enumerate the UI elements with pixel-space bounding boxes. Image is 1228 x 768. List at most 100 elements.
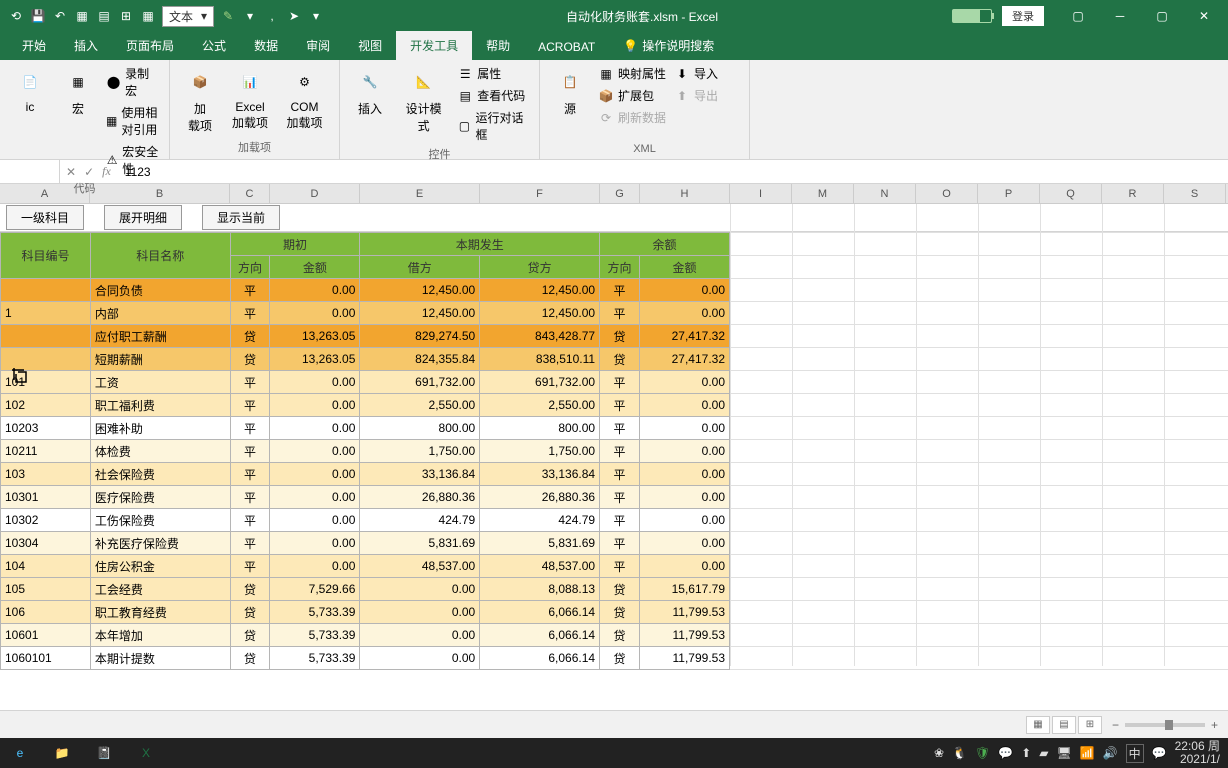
table-row[interactable]: 10301医疗保险费平0.0026,880.3626,880.36平0.00 — [1, 486, 730, 509]
tray-icon[interactable]: ▰ — [1039, 746, 1048, 760]
table-row[interactable]: 短期薪酬贷13,263.05824,355.84838,510.11贷27,41… — [1, 348, 730, 371]
record-macro-button[interactable]: ⬤录制宏 — [104, 64, 161, 100]
table-row[interactable]: 1060101本期计提数贷5,733.390.006,066.14贷11,799… — [1, 647, 730, 670]
com-addins-button[interactable]: ⚙COM 加载项 — [278, 64, 331, 133]
expand-button[interactable]: 展开明细 — [104, 205, 182, 230]
tray-icon[interactable]: 🛡 — [975, 746, 990, 760]
table-row[interactable]: 应付职工薪酬贷13,263.05829,274.50843,428.77贷27,… — [1, 325, 730, 348]
table-row[interactable]: 104住房公积金平0.0048,537.0048,537.00平0.00 — [1, 555, 730, 578]
close-icon[interactable]: ✕ — [1184, 1, 1224, 31]
formula-input[interactable]: 1123 — [117, 165, 1228, 179]
qa-icon2[interactable]: ▤ — [96, 8, 112, 24]
ribbon-tab[interactable]: 视图 — [344, 31, 396, 60]
map-props-button[interactable]: ▦映射属性 — [596, 64, 668, 83]
table-row[interactable]: 106职工教育经费贷5,733.390.006,066.14贷11,799.53 — [1, 601, 730, 624]
table-row[interactable]: 1内部平0.0012,450.0012,450.00平0.00 — [1, 302, 730, 325]
column-header[interactable]: B — [90, 184, 230, 203]
macro-button[interactable]: ▦宏 — [56, 64, 100, 119]
qa-arrow-icon[interactable]: ➤ — [286, 8, 302, 24]
column-header[interactable]: S — [1164, 184, 1226, 203]
table-row[interactable]: 105工会经费贷7,529.660.008,088.13贷15,617.79 — [1, 578, 730, 601]
view-code-button[interactable]: ▤查看代码 — [455, 86, 531, 105]
column-header[interactable]: D — [270, 184, 360, 203]
table-row[interactable]: 103社会保险费平0.0033,136.8433,136.84平0.00 — [1, 463, 730, 486]
column-header[interactable]: M — [792, 184, 854, 203]
insert-control-button[interactable]: 🔧插入 — [348, 64, 392, 119]
table-row[interactable]: 10304补充医疗保险费平0.005,831.695,831.69平0.00 — [1, 532, 730, 555]
ribbon-tab[interactable]: 帮助 — [472, 31, 524, 60]
ime-indicator[interactable]: 中 — [1126, 744, 1144, 763]
ribbon-tab[interactable]: ACROBAT — [524, 34, 609, 60]
import-button[interactable]: ⬇导入 — [672, 64, 720, 83]
properties-button[interactable]: ☰属性 — [455, 64, 531, 83]
column-header[interactable]: N — [854, 184, 916, 203]
qa-comma2-icon[interactable]: , — [264, 8, 280, 24]
ribbon-tab[interactable]: 开始 — [8, 31, 60, 60]
qa-icon3[interactable]: ⊞ — [118, 8, 134, 24]
table-row[interactable]: 10211体检费平0.001,750.001,750.00平0.00 — [1, 440, 730, 463]
ribbon-tab[interactable]: 插入 — [60, 31, 112, 60]
column-header[interactable]: C — [230, 184, 270, 203]
save-icon[interactable]: 💾 — [30, 8, 46, 24]
tray-icon[interactable]: ❀ — [934, 746, 944, 760]
page-break-button[interactable]: ⊞ — [1078, 716, 1102, 734]
normal-view-button[interactable]: ▦ — [1026, 716, 1050, 734]
level1-button[interactable]: 一级科目 — [6, 205, 84, 230]
tell-me[interactable]: 💡操作说明搜索 — [609, 31, 728, 60]
vb-button[interactable]: 📄ic — [8, 64, 52, 116]
worksheet-grid[interactable]: 一级科目 展开明细 显示当前 科目编号 科目名称 期初 本期发生 余额 方向 金… — [0, 204, 1228, 686]
tray-icon[interactable]: 💬 — [1152, 746, 1167, 760]
volume-icon[interactable]: 🔊 — [1103, 746, 1118, 760]
relative-ref-button[interactable]: ▦使用相对引用 — [104, 103, 161, 139]
maximize-icon[interactable]: ▢ — [1142, 1, 1182, 31]
column-header[interactable]: F — [480, 184, 600, 203]
column-header[interactable]: R — [1102, 184, 1164, 203]
qa-brush-icon[interactable]: ✎ — [220, 8, 236, 24]
format-dropdown[interactable]: 文本▾ — [162, 6, 214, 27]
name-box[interactable] — [0, 160, 60, 183]
qa-dd-icon[interactable]: ▾ — [308, 8, 324, 24]
accept-formula-icon[interactable]: ✓ — [84, 165, 94, 179]
ribbon-tab[interactable]: 公式 — [188, 31, 240, 60]
column-header[interactable]: P — [978, 184, 1040, 203]
zoom-in-button[interactable]: + — [1211, 718, 1218, 732]
page-layout-button[interactable]: ▤ — [1052, 716, 1076, 734]
fx-icon[interactable]: fx — [102, 164, 111, 179]
run-dialog-button[interactable]: ▢运行对话框 — [455, 108, 531, 144]
refresh-button[interactable]: ⟳刷新数据 — [596, 108, 668, 127]
export-button[interactable]: ⬆导出 — [672, 86, 720, 105]
data-table[interactable]: 科目编号 科目名称 期初 本期发生 余额 方向 金额 借方 贷方 方向 金额 合… — [0, 232, 730, 670]
column-header[interactable]: I — [730, 184, 792, 203]
tray-icon[interactable]: ⬆ — [1021, 746, 1031, 760]
column-header[interactable]: H — [640, 184, 730, 203]
column-header[interactable]: G — [600, 184, 640, 203]
app-icon[interactable]: 📓 — [84, 738, 124, 768]
login-button[interactable]: 登录 — [1002, 6, 1044, 26]
qa-comma-icon[interactable]: ▾ — [242, 8, 258, 24]
table-row[interactable]: 10203困难补助平0.00800.00800.00平0.00 — [1, 417, 730, 440]
column-header[interactable]: A — [0, 184, 90, 203]
tray-icon[interactable]: 🐧 — [952, 746, 967, 760]
excel-addins-button[interactable]: 📊Excel 加载项 — [226, 64, 274, 133]
table-row[interactable]: 10302工伤保险费平0.00424.79424.79平0.00 — [1, 509, 730, 532]
addins-button[interactable]: 📦加 载项 — [178, 64, 222, 136]
design-mode-button[interactable]: 📐设计模式 — [396, 64, 451, 136]
ribbon-tab[interactable]: 数据 — [240, 31, 292, 60]
ribbon-tab[interactable]: 页面布局 — [112, 31, 188, 60]
clock[interactable]: 22:06 周 2021/1/ — [1175, 740, 1220, 766]
xml-source-button[interactable]: 📋源 — [548, 64, 592, 119]
minimize-icon[interactable]: ─ — [1100, 1, 1140, 31]
qa-icon4[interactable]: ▦ — [140, 8, 156, 24]
edge-icon[interactable]: e — [0, 738, 40, 768]
ribbon-tab[interactable]: 开发工具 — [396, 31, 472, 60]
autosave-icon[interactable]: ⟲ — [8, 8, 24, 24]
cancel-formula-icon[interactable]: ✕ — [66, 165, 76, 179]
table-row[interactable]: 合同负债平0.0012,450.0012,450.00平0.00 — [1, 279, 730, 302]
network-icon[interactable]: 📶 — [1080, 746, 1095, 760]
qa-icon[interactable]: ▦ — [74, 8, 90, 24]
tray-icon[interactable]: 🖥 — [1057, 746, 1072, 760]
extension-button[interactable]: 📦扩展包 — [596, 86, 668, 105]
table-row[interactable]: 10601本年增加贷5,733.390.006,066.14贷11,799.53 — [1, 624, 730, 647]
column-header[interactable]: O — [916, 184, 978, 203]
column-header[interactable]: E — [360, 184, 480, 203]
